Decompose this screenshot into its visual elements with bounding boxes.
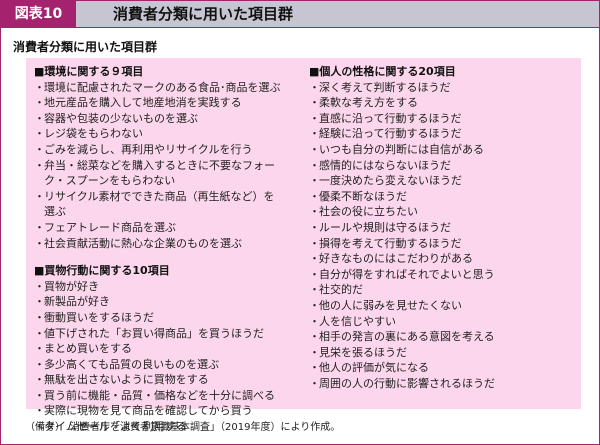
bullet-mark: ・	[309, 127, 320, 141]
bullet-mark: ・	[309, 376, 320, 390]
bullet-mark: ・	[34, 357, 45, 371]
bullet-mark: ・	[309, 142, 320, 156]
list-item: ・フェアトレード商品を選ぶ	[34, 220, 176, 234]
section-title-shopping: ■買物行動に関する10項目	[34, 264, 170, 278]
bullet-mark: ・	[309, 283, 320, 297]
list-item: ・環境に配慮されたマークのある食品･商品を選ぶ	[34, 80, 281, 94]
list-item: ・損得を考えて行動するほうだ	[309, 236, 462, 250]
list-item: ・いつも自分の判断には自信がある	[309, 142, 484, 156]
list-item: ・他の人に弱みを見せたくない	[309, 298, 462, 312]
personality-items: ・深く考えて判断するほうだ ・柔軟な考え方をする ・直感に沿って行動するほうだ ・経験…	[309, 80, 577, 392]
list-item: ・新製品が好き	[34, 295, 110, 309]
bullet-mark: ・	[309, 252, 320, 266]
list-item: ・衝動買いをするほうだ	[34, 310, 154, 324]
left-column: ■環境に関する９項目 ・環境に配慮されたマークのある食品･商品を選ぶ ・地元産品を…	[34, 64, 296, 435]
bullet-mark: ・	[309, 361, 320, 375]
environment-items: ・環境に配慮されたマークのある食品･商品を選ぶ ・地元産品を購入して地産地消を実践…	[34, 80, 296, 252]
bullet-mark: ・	[309, 80, 320, 94]
bullet-mark: ・	[309, 330, 320, 344]
list-item: ・買う前に機能・品質・価格などを十分に調べる	[34, 388, 275, 402]
bullet-mark: ・	[309, 174, 320, 188]
bullet-mark: ・	[309, 189, 320, 203]
bullet-mark: ・	[34, 236, 45, 250]
bullet-mark: ・	[34, 279, 45, 293]
section-title-environment: ■環境に関する９項目	[34, 65, 144, 78]
bullet-mark: ・	[34, 127, 45, 141]
right-column: ■個人の性格に関する20項目 ・深く考えて判断するほうだ ・柔軟な考え方をする ・直…	[309, 64, 577, 391]
source-note: （備考） 消費者庁「消費者意識基本調査」（2019年度）により作成。	[25, 422, 341, 433]
figure-subtitle: 消費者分類に用いた項目群	[13, 40, 158, 54]
items-panel: ■環境に関する９項目 ・環境に配慮されたマークのある食品･商品を選ぶ ・地元産品を…	[26, 58, 581, 433]
list-item: ・容器や包装の少ないものを選ぶ	[34, 111, 198, 125]
bullet-mark: ・	[34, 388, 45, 402]
list-item: ・社会の役に立ちたい	[309, 205, 418, 219]
figure-header: 図表10 消費者分類に用いた項目群	[1, 1, 599, 28]
bullet-mark: ・	[34, 111, 45, 125]
bullet-mark: ・	[309, 96, 320, 110]
list-item: ・見栄を張るほうだ	[309, 345, 407, 359]
bullet-mark: ・	[309, 345, 320, 359]
list-item: ・実際に現物を見て商品を確認してから買う	[34, 404, 253, 418]
bullet-mark: ・	[34, 310, 45, 324]
list-item: ・まとめ買いをする	[34, 342, 132, 356]
list-item: ・ごみを減らし、再利用やリサイクルを行う	[34, 142, 253, 156]
bullet-mark: ・	[34, 373, 45, 387]
bullet-mark: ・	[309, 267, 320, 281]
bullet-mark: ・	[34, 326, 45, 340]
bullet-mark: ・	[34, 142, 45, 156]
bullet-mark: ・	[309, 111, 320, 125]
bullet-mark: ・	[34, 158, 45, 172]
list-item: ・感情的にはならないほうだ	[309, 158, 451, 172]
bullet-mark: ・	[34, 295, 45, 309]
bullet-mark: ・	[309, 236, 320, 250]
list-item: ・多少高くても品質の良いものを選ぶ	[34, 357, 220, 371]
bullet-mark: ・	[34, 96, 45, 110]
list-item: ・柔軟な考え方をする	[309, 96, 418, 110]
list-item: ・優柔不断なほうだ	[309, 189, 407, 203]
bullet-mark: ・	[309, 158, 320, 172]
bullet-mark: ・	[34, 80, 45, 94]
list-item: ・周囲の人の行動に影響されるほうだ	[309, 376, 495, 390]
bullet-mark: ・	[309, 220, 320, 234]
list-item: ・リサイクル素材でできた商品（再生紙など）を	[34, 189, 275, 203]
list-item: ・相手の発言の裏にある意図を考える	[309, 330, 495, 344]
list-item: ・社会貢献活動に熱心な企業のものを選ぶ	[34, 236, 242, 250]
figure-frame: 図表10 消費者分類に用いた項目群 消費者分類に用いた項目群 ■環境に関する９項…	[0, 0, 600, 445]
bullet-mark: ・	[34, 220, 45, 234]
list-item: ・買物が好き	[34, 279, 99, 293]
bullet-mark: ・	[34, 342, 45, 356]
list-item: ・好きなものにはこだわりがある	[309, 252, 473, 266]
list-item: ・値下げされた「お買い得商品」を買うほうだ	[34, 326, 264, 340]
list-item: ・ルールや規則は守るほうだ	[309, 220, 451, 234]
list-item: ・人を信じやすい	[309, 314, 396, 328]
list-item: ・レジ袋をもらわない	[34, 127, 143, 141]
list-item-continuation: ク・スプーンをもらわない	[44, 174, 176, 188]
list-item-continuation: 選ぶ	[44, 205, 66, 219]
bullet-mark: ・	[309, 314, 320, 328]
list-item: ・自分が得をすればそれでよいと思う	[309, 267, 495, 281]
section-title-personality: ■個人の性格に関する20項目	[309, 65, 456, 78]
list-item: ・無駄を出さないように買物をする	[34, 373, 209, 387]
bullet-mark: ・	[34, 404, 45, 418]
list-item: ・他人の評価が気になる	[309, 361, 429, 375]
bullet-mark: ・	[309, 298, 320, 312]
figure-title: 消費者分類に用いた項目群	[113, 5, 294, 23]
list-item: ・経験に沿って行動するほうだ	[309, 127, 462, 141]
bullet-mark: ・	[309, 205, 320, 219]
list-item: ・直感に沿って行動するほうだ	[309, 111, 462, 125]
list-item: ・地元産品を購入して地産地消を実践する	[34, 96, 242, 110]
shopping-items: ・買物が好き ・新製品が好き ・衝動買いをするほうだ・値下げされた「お買い得商品」を…	[34, 279, 296, 435]
list-item: ・社交的だ	[309, 283, 363, 297]
bullet-mark: ・	[34, 189, 45, 203]
list-item: ・弁当・総菜などを購入するときに不要なフォー	[34, 158, 275, 172]
list-item: ・一度決めたら変えないほうだ	[309, 174, 462, 188]
list-item: ・深く考えて判断するほうだ	[309, 80, 451, 94]
figure-label: 図表10	[1, 1, 76, 27]
